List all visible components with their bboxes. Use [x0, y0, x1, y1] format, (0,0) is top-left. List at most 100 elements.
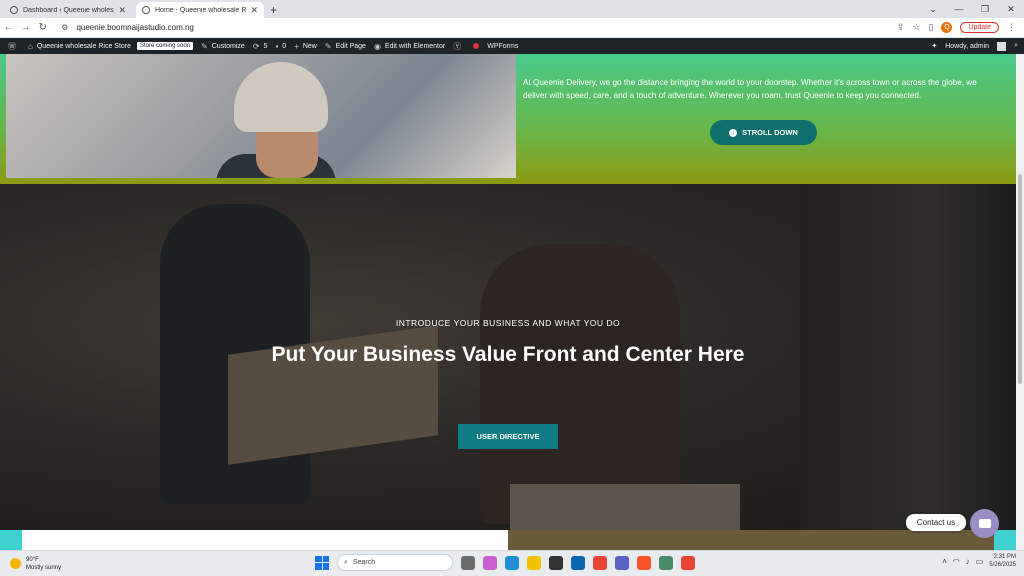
search-placeholder: Search	[352, 559, 376, 566]
edit-page-label: Edit Page	[335, 42, 366, 50]
site-info-icon[interactable]: ⚙	[61, 23, 68, 32]
recording-dot	[473, 43, 480, 49]
close-window-icon[interactable]: ✕	[998, 4, 1024, 15]
task-view-icon[interactable]	[461, 555, 475, 570]
windows-taskbar: 90°F Mostly sunny ⌕ Search ˄ ◠ ♪ ▭ 2:31 …	[0, 550, 1024, 576]
minimize-icon[interactable]: —	[946, 4, 972, 14]
scrollbar-thumb[interactable]	[1018, 174, 1022, 384]
arrow-down-circle-icon: ↓	[729, 128, 738, 137]
bookmark-star-icon[interactable]: ☆	[912, 22, 920, 33]
updates-icon: ⟳	[252, 41, 260, 51]
browser-tab-bar: Dashboard ‹ Queenie wholesale ✕ Home - Q…	[0, 0, 1024, 18]
ai-sparkle-icon[interactable]: ✦	[931, 42, 937, 50]
next-section-preview	[0, 530, 1016, 550]
wifi-icon[interactable]: ◠	[953, 557, 960, 566]
weather-widget[interactable]: 90°F Mostly sunny	[10, 556, 61, 572]
brave-icon[interactable]	[637, 555, 651, 570]
chat-icon	[978, 519, 991, 528]
wpforms-label: WPForms	[487, 42, 519, 50]
sidebar-icon[interactable]: ▯	[928, 22, 933, 33]
edit-elementor-link[interactable]: ◉ Edit with Elementor	[374, 42, 445, 51]
updates-link[interactable]: ⟳ 5	[253, 42, 268, 51]
copilot-icon[interactable]	[483, 555, 497, 570]
stroll-down-button[interactable]: ↓ STROLL DOWN	[710, 120, 817, 145]
edit-elementor-label: Edit with Elementor	[384, 42, 446, 50]
chrome-active-icon[interactable]	[681, 555, 695, 570]
update-button[interactable]: Update	[960, 22, 999, 33]
customize-link[interactable]: ✎ Customize	[201, 42, 245, 51]
profile-avatar[interactable]: Q	[941, 22, 953, 33]
wp-admin-bar: Ⓦ ⌂ Queenie wholesale Rice Store Store co…	[0, 38, 1024, 54]
plus-icon: +	[294, 41, 299, 51]
delivery-man-image	[6, 54, 516, 178]
store-icon[interactable]	[549, 555, 563, 570]
edit-page-link[interactable]: ✎ Edit Page	[325, 42, 366, 51]
tab-dashboard[interactable]: Dashboard ‹ Queenie wholesale ✕	[4, 2, 132, 18]
howdy-label[interactable]: Howdy, admin	[945, 43, 989, 50]
sun-icon	[10, 558, 21, 569]
user-directive-button[interactable]: USER DIRECTIVE	[458, 424, 558, 449]
store-status-badge[interactable]: Store coming soon	[137, 42, 194, 50]
customize-label: Customize	[211, 42, 245, 50]
browser-toolbar: ← → ↻ ⚙ queenie.boomnaijastudio.com.ng ⇪…	[0, 18, 1024, 38]
windows-start-icon[interactable]	[315, 555, 329, 570]
time: 2:31 PM	[993, 554, 1016, 560]
comments-count: 0	[282, 42, 287, 50]
back-icon[interactable]: ←	[0, 22, 17, 33]
site-name-label: Queenie wholesale Rice Store	[36, 42, 132, 50]
page-scrollbar[interactable]	[1016, 54, 1024, 550]
wpforms-link[interactable]: WPForms	[487, 43, 518, 50]
outlook-icon[interactable]	[571, 555, 585, 570]
url-text: queenie.boomnaijastudio.com.ng	[76, 23, 194, 32]
new-label: New	[302, 42, 317, 50]
user-avatar[interactable]	[997, 41, 1007, 51]
comments-link[interactable]: ▪ 0	[275, 42, 286, 51]
forward-icon[interactable]: →	[17, 22, 34, 33]
card-preview-right	[508, 530, 994, 550]
tab-home[interactable]: Home - Queenie wholesale Rice ✕	[136, 2, 264, 18]
yoast-icon[interactable]: Ⓨ	[453, 41, 465, 52]
site-name-link[interactable]: ⌂ Queenie wholesale Rice Store	[28, 42, 131, 51]
app-icon[interactable]	[659, 555, 673, 570]
tab-label: Dashboard ‹ Queenie wholesale	[23, 6, 115, 14]
wordpress-logo-icon[interactable]: Ⓦ	[8, 41, 20, 52]
search-icon[interactable]: ⌕	[1014, 42, 1018, 50]
taskbar-search[interactable]: ⌕ Search	[337, 554, 453, 571]
reload-icon[interactable]: ↻	[34, 22, 51, 33]
search-icon: ⌕	[344, 558, 348, 566]
pencil-icon: ✎	[324, 41, 332, 51]
restore-icon[interactable]: ❐	[972, 4, 998, 15]
delivery-section: At Queenie Delivery, we go the distance …	[0, 54, 1016, 184]
battery-icon[interactable]: ▭	[976, 557, 984, 566]
window-controls: ⌄ — ❐ ✕	[920, 0, 1024, 18]
share-icon[interactable]: ⇪	[897, 22, 905, 33]
teams-icon[interactable]	[615, 555, 629, 570]
globe-icon	[142, 6, 150, 14]
close-tab-icon[interactable]: ✕	[118, 5, 126, 16]
weather-condition: Mostly sunny	[26, 564, 62, 571]
new-tab-icon[interactable]: +	[270, 2, 277, 18]
delivery-description: At Queenie Delivery, we go the distance …	[523, 78, 977, 100]
edge-icon[interactable]	[505, 555, 519, 570]
contact-us-label[interactable]: Contact us	[906, 514, 966, 531]
globe-icon	[10, 6, 18, 14]
menu-icon[interactable]: ⋮	[1007, 22, 1016, 33]
close-tab-icon[interactable]: ✕	[250, 5, 258, 16]
chat-button[interactable]	[970, 509, 999, 538]
chevron-up-icon[interactable]: ˄	[942, 557, 947, 566]
hero-section: INTRODUCE YOUR BUSINESS AND WHAT YOU DO …	[0, 184, 1016, 530]
page-content: At Queenie Delivery, we go the distance …	[0, 54, 1016, 550]
new-content-link[interactable]: + New	[294, 42, 317, 51]
tab-label: Home - Queenie wholesale Rice	[155, 6, 247, 14]
stroll-down-label: STROLL DOWN	[742, 128, 798, 137]
chrome-icon[interactable]	[593, 555, 607, 570]
hero-kicker: INTRODUCE YOUR BUSINESS AND WHAT YOU DO	[395, 318, 621, 328]
elementor-icon: ◉	[373, 41, 381, 51]
address-bar[interactable]: ⚙ queenie.boomnaijastudio.com.ng	[61, 20, 897, 36]
taskbar-clock[interactable]: 2:31 PM 5/26/2025	[989, 553, 1016, 569]
date: 5/26/2025	[989, 562, 1016, 568]
file-explorer-icon[interactable]	[527, 555, 541, 570]
updates-count: 5	[263, 42, 268, 50]
chevron-down-icon[interactable]: ⌄	[920, 4, 946, 15]
volume-icon[interactable]: ♪	[966, 557, 970, 566]
